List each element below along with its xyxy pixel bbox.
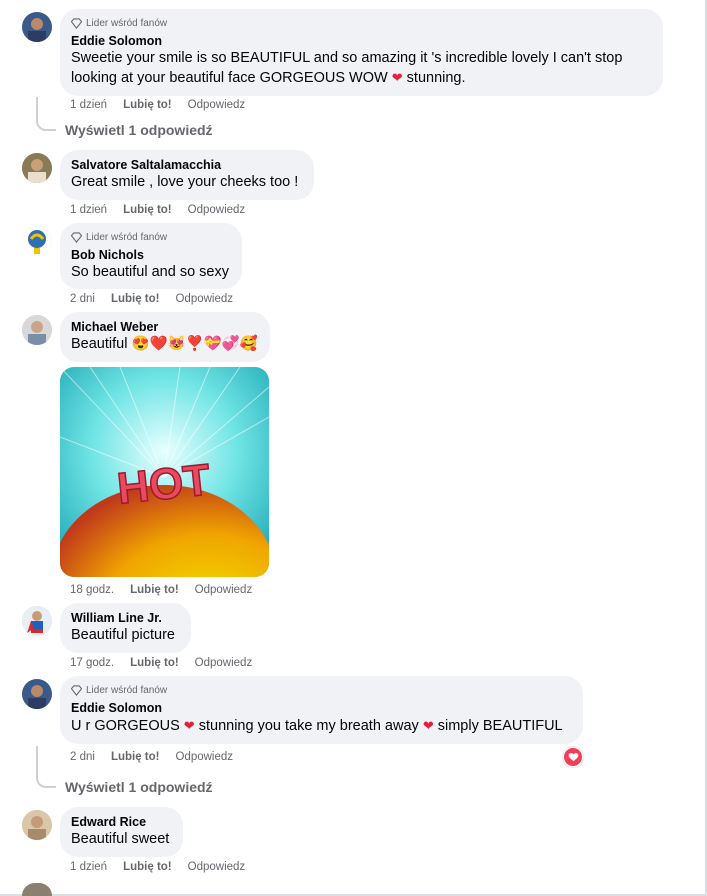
comment-text: Beautiful picture [71, 627, 175, 643]
comment-image-hot[interactable]: HOT [60, 367, 269, 577]
comment-author[interactable]: William Line Jr. [71, 610, 179, 626]
timestamp[interactable]: 17 godz. [70, 657, 114, 669]
comment-author[interactable]: Eddie Solomon [71, 700, 571, 716]
timestamp[interactable]: 1 dzień [70, 204, 107, 216]
comment-author[interactable]: Edward Rice [71, 814, 171, 830]
comment-bubble: William Line Jr. Beautiful picture [60, 603, 191, 653]
reply-button[interactable]: Odpowiedz [195, 657, 253, 669]
timestamp[interactable]: 2 dni [70, 751, 95, 763]
like-button[interactable]: Lubię to! [123, 861, 172, 873]
image-text: HOT [115, 455, 213, 513]
comment-actions: 18 godz. Lubię to! Odpowiedz [70, 582, 268, 598]
view-replies-link[interactable]: Wyświetl 1 odpowiedź [65, 122, 213, 138]
comment-bubble: Lider wśród fanów Bob Nichols So beautif… [60, 223, 242, 289]
comment-actions: 1 dzień Lubię to! Odpowiedz [70, 202, 261, 218]
timestamp[interactable]: 2 dni [70, 293, 95, 305]
comment-text: Sweetie your smile is so BEAUTIFUL and s… [71, 49, 651, 88]
comment-bubble: Salvatore Saltalamacchia Great smile , l… [60, 150, 314, 200]
comment-bubble: Edward Rice Beautiful sweet [60, 807, 183, 857]
thread-line [36, 746, 56, 788]
like-button[interactable]: Lubię to! [130, 584, 179, 596]
comment-author[interactable]: Bob Nichols [71, 247, 230, 263]
diamond-icon [71, 231, 82, 243]
avatar[interactable] [22, 679, 52, 709]
comment-actions: 1 dzień Lubię to! Odpowiedz [70, 97, 261, 113]
comment-text-line: Sweetie your smile is so BEAUTIFUL and s… [71, 50, 623, 66]
avatar[interactable] [22, 226, 52, 256]
diamond-icon [71, 17, 82, 29]
fan-badge: Lider wśród fanów [71, 683, 571, 697]
comment-actions: 1 dzień Lubię to! Odpowiedz [70, 859, 261, 875]
comment-text-line: looking at your beautiful face GORGEOUS … [71, 70, 392, 86]
fan-badge-label: Lider wśród fanów [86, 231, 168, 243]
avatar[interactable] [22, 883, 52, 896]
avatar[interactable] [22, 153, 52, 183]
reply-button[interactable]: Odpowiedz [175, 751, 233, 763]
timestamp[interactable]: 18 godz. [70, 584, 114, 596]
diamond-icon [71, 684, 82, 696]
comment-actions: 2 dni Lubię to! Odpowiedz [70, 749, 249, 765]
fan-badge: Lider wśród fanów [71, 16, 651, 30]
reply-button[interactable]: Odpowiedz [175, 293, 233, 305]
reply-button[interactable]: Odpowiedz [188, 861, 246, 873]
reply-button[interactable]: Odpowiedz [195, 584, 253, 596]
comment-text-part: stunning you take my breath away [194, 718, 423, 734]
comment-author[interactable]: Eddie Solomon [71, 33, 651, 49]
comment-author[interactable]: Salvatore Saltalamacchia [71, 157, 302, 173]
comment-text-line: stunning. [402, 70, 466, 86]
fan-badge: Lider wśród fanów [71, 230, 230, 244]
view-replies-link[interactable]: Wyświetl 1 odpowiedź [65, 779, 213, 795]
comment-text-part: U r GORGEOUS [71, 718, 184, 734]
comment-text: Beautiful 😍❤️😻❣️💝💞🥰 [71, 336, 258, 352]
comment-text: U r GORGEOUS ❤ stunning you take my brea… [71, 716, 571, 736]
comment-actions: 17 godz. Lubię to! Odpowiedz [70, 655, 268, 671]
comment-text: So beautiful and so sexy [71, 264, 229, 280]
heart-emoji-icon: ❤ [422, 718, 434, 733]
heart-emoji-icon: ❤ [391, 70, 403, 85]
reply-button[interactable]: Odpowiedz [188, 99, 246, 111]
avatar[interactable] [22, 810, 52, 840]
avatar[interactable] [22, 315, 52, 345]
comment-actions: 2 dni Lubię to! Odpowiedz [70, 291, 249, 307]
comment-bubble: Lider wśród fanów Eddie Solomon U r GORG… [60, 676, 583, 744]
comment-text: Great smile , love your cheeks too ! [71, 174, 299, 190]
like-button[interactable]: Lubię to! [130, 657, 179, 669]
fan-badge-label: Lider wśród fanów [86, 684, 168, 696]
comment-bubble: Michael Weber Beautiful 😍❤️😻❣️💝💞🥰 [60, 312, 270, 362]
reply-button[interactable]: Odpowiedz [188, 204, 246, 216]
fan-badge-label: Lider wśród fanów [86, 17, 168, 29]
heart-emoji-icon: ❤ [183, 718, 195, 733]
like-button[interactable]: Lubię to! [111, 751, 160, 763]
avatar[interactable] [22, 12, 52, 42]
thread-line [36, 97, 56, 131]
comment-bubble: Lider wśród fanów Eddie Solomon Sweetie … [60, 9, 663, 96]
like-button[interactable]: Lubię to! [111, 293, 160, 305]
avatar[interactable] [22, 606, 52, 636]
like-button[interactable]: Lubię to! [123, 204, 172, 216]
timestamp[interactable]: 1 dzień [70, 99, 107, 111]
comment-author[interactable]: Michael Weber [71, 319, 258, 335]
comment-text-part: simply BEAUTIFUL [433, 718, 563, 734]
timestamp[interactable]: 1 dzień [70, 861, 107, 873]
like-button[interactable]: Lubię to! [123, 99, 172, 111]
comment-text: Beautiful sweet [71, 831, 170, 847]
heart-reaction-icon[interactable] [563, 747, 583, 767]
